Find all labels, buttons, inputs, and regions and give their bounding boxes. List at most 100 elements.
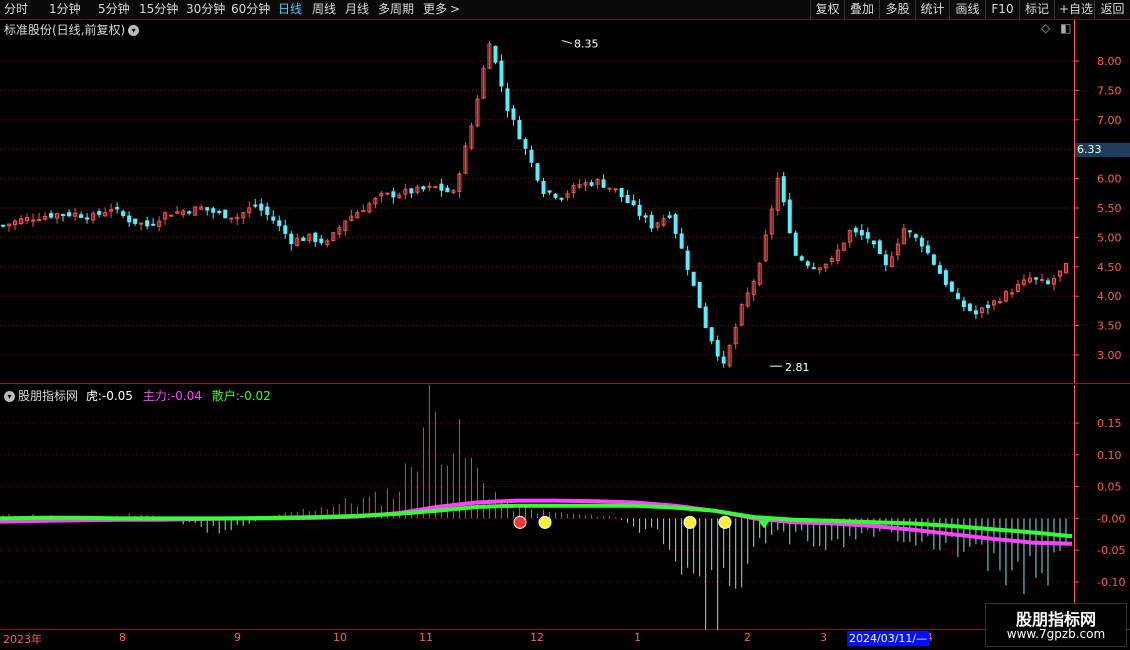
signal-marker-icon xyxy=(538,515,552,529)
indicator-tick-label: -0.00 xyxy=(1097,512,1125,525)
candle-body xyxy=(139,222,144,225)
candle-body xyxy=(121,211,126,216)
candle-body xyxy=(259,203,264,211)
high-marker-line xyxy=(561,39,573,44)
low-marker-label: 2.81 xyxy=(785,361,810,374)
period-intraday[interactable]: 分时 xyxy=(4,1,28,18)
candle-body xyxy=(205,207,210,211)
mark-button[interactable]: 标记 xyxy=(1019,0,1054,19)
candle-body xyxy=(187,211,192,214)
candle-body xyxy=(673,214,678,234)
candle-body xyxy=(1033,277,1038,280)
period-15min[interactable]: 15分钟 xyxy=(139,1,178,18)
period-daily[interactable]: 日线 xyxy=(278,1,302,18)
candle-body xyxy=(649,214,654,229)
indicator-tick-label: -0.10 xyxy=(1097,576,1125,589)
candle-body xyxy=(1039,278,1044,281)
candle-body xyxy=(361,210,366,213)
candle-body xyxy=(667,215,672,218)
candle-body xyxy=(439,183,444,191)
period-multi[interactable]: 多周期 xyxy=(378,1,414,18)
period-monthly[interactable]: 月线 xyxy=(345,1,369,18)
price-tick-label: 4.00 xyxy=(1097,290,1122,303)
candle-body xyxy=(535,163,540,181)
candle-body xyxy=(859,229,864,236)
candle-body xyxy=(1045,280,1050,285)
candle-body xyxy=(319,238,324,244)
add-watchlist-button[interactable]: +自选 xyxy=(1054,0,1094,19)
candle-body xyxy=(871,240,876,245)
candle-body xyxy=(421,186,426,190)
candle-body xyxy=(49,213,54,218)
signal-marker-icon xyxy=(513,515,527,529)
candle-body xyxy=(85,217,90,220)
candle-body xyxy=(607,187,612,190)
candle-body xyxy=(793,232,798,256)
candle-body xyxy=(271,216,276,221)
price-tick-label: 3.50 xyxy=(1097,320,1122,333)
price-tick-label: 3.00 xyxy=(1097,349,1122,362)
candle-body xyxy=(709,327,714,342)
candle-body xyxy=(385,192,390,195)
watermark-logo: 股朋指标网 www.7gpzb.com xyxy=(985,603,1127,647)
candle-body xyxy=(145,220,150,227)
current-price-tag: 6.33 xyxy=(1075,143,1130,157)
adjust-button[interactable]: 复权 xyxy=(810,0,844,19)
candle-body xyxy=(211,208,216,213)
candle-body xyxy=(619,187,624,198)
candle-body xyxy=(1,224,5,227)
candle-body xyxy=(517,119,522,140)
candle-body xyxy=(559,197,564,200)
indicator-chart[interactable]: 0.15 0.10 0.05 -0.00 -0.05 -0.10 xyxy=(0,385,1130,630)
period-weekly[interactable]: 周线 xyxy=(312,1,336,18)
candle-body xyxy=(715,339,720,357)
price-tick-label: 6.00 xyxy=(1097,173,1122,186)
price-tick-label: 8.00 xyxy=(1097,55,1122,68)
candle-body xyxy=(499,60,504,87)
multi-stock-button[interactable]: 多股 xyxy=(879,0,915,19)
back-button[interactable]: 返回 xyxy=(1094,0,1130,19)
period-60min[interactable]: 60分钟 xyxy=(231,1,270,18)
f10-button[interactable]: F10 xyxy=(985,0,1019,19)
candle-body xyxy=(625,194,630,204)
period-5min[interactable]: 5分钟 xyxy=(98,1,130,18)
candle-body xyxy=(703,306,708,329)
candle-body xyxy=(67,212,72,217)
period-30min[interactable]: 30分钟 xyxy=(186,1,225,18)
date-label: 2 xyxy=(744,631,751,644)
candle-body xyxy=(613,188,618,191)
period-1min[interactable]: 1分钟 xyxy=(49,1,81,18)
indicator-tick-label: 0.05 xyxy=(1097,481,1122,494)
price-tick-label: 7.50 xyxy=(1097,84,1122,97)
candle-body xyxy=(955,293,960,300)
candle-body xyxy=(553,193,558,198)
date-label: 8 xyxy=(119,631,126,644)
draw-button[interactable]: 画线 xyxy=(949,0,985,19)
candle-body xyxy=(541,181,546,194)
candle-body xyxy=(589,182,594,186)
indicator-tick-label: 0.15 xyxy=(1097,417,1122,430)
candlestick-chart[interactable]: 8.007.507.006.506.005.505.004.504.003.50… xyxy=(0,20,1130,384)
candle-body xyxy=(265,206,270,216)
price-tick-label: 4.50 xyxy=(1097,261,1122,274)
candle-body xyxy=(937,265,942,274)
date-axis: 2023年 8 9 10 11 12 1 2 3 4 xyxy=(0,630,1130,650)
more-arrow-icon[interactable]: > xyxy=(450,1,460,18)
candle-body xyxy=(691,271,696,286)
candle-body xyxy=(313,232,318,243)
candle-body xyxy=(685,250,690,270)
candle-body xyxy=(217,210,222,213)
period-more[interactable]: 更多 xyxy=(423,1,447,18)
candle-body xyxy=(523,139,528,149)
candle-body xyxy=(409,188,414,194)
candle-body xyxy=(961,300,966,308)
date-label: 11 xyxy=(419,631,433,644)
stats-button[interactable]: 统计 xyxy=(915,0,949,19)
overlay-button[interactable]: 叠加 xyxy=(844,0,879,19)
date-label: 1 xyxy=(634,631,641,644)
candle-body xyxy=(985,304,990,309)
candle-body xyxy=(787,199,792,234)
candle-body xyxy=(601,179,606,188)
candle-body xyxy=(151,223,156,226)
indicator-tick-label: 0.10 xyxy=(1097,449,1122,462)
